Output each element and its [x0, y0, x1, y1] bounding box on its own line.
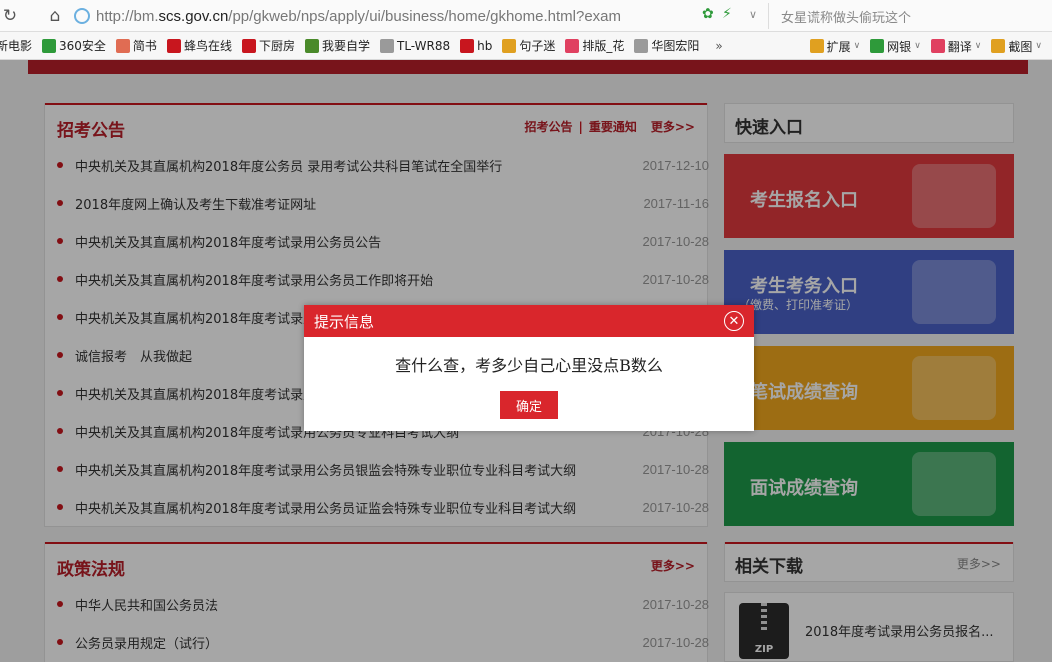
alert-dialog: 提示信息 ✕ 查什么查，考多少自己心里没点B数么 确定	[304, 305, 754, 431]
bookmark-item[interactable]: 下厨房	[241, 37, 295, 54]
home-icon[interactable]: ⌂	[40, 0, 70, 32]
bookmark-favicon-icon	[166, 38, 181, 53]
bookmark-item[interactable]: hb	[460, 38, 493, 53]
toolbar-tool[interactable]: 网银 ∨	[870, 38, 921, 55]
reload-icon[interactable]: ↻	[0, 0, 20, 32]
toolbar-tool[interactable]: 翻译 ∨	[930, 38, 982, 55]
url-path: /pp/gkweb/nps/apply/ui/business/home/gkh…	[228, 7, 621, 25]
bookmark-favicon-icon	[502, 38, 517, 53]
bookmarks-overflow[interactable]: »	[715, 39, 722, 53]
bookmark-item[interactable]: 华图宏阳	[634, 37, 699, 54]
bookmark-item[interactable]: 360安全	[42, 37, 106, 54]
tool-icon	[930, 39, 945, 53]
tool-label: 翻译	[947, 39, 972, 54]
bookmark-label: TL-WR88	[396, 38, 451, 53]
bookmark-favicon-icon	[241, 38, 256, 53]
bookmark-favicon-icon	[634, 38, 649, 53]
bookmark-label: 排版_花	[582, 39, 625, 53]
bookmark-label: 我要自学	[321, 39, 370, 53]
green-shield-icon[interactable]: ✿	[702, 6, 714, 22]
search-text: 女星谎称做头偷玩这个	[781, 10, 912, 26]
chevron-down-icon: ∨	[1035, 41, 1042, 51]
bookmark-label: 360安全	[59, 39, 106, 53]
chevron-down-icon: ∨	[974, 41, 982, 51]
bookmark-label: 华图宏阳	[651, 39, 700, 53]
lightning-icon[interactable]: ⚡	[722, 6, 732, 22]
bookmark-favicon-icon	[115, 38, 130, 53]
bookmark-label: hb	[477, 38, 493, 53]
bookmark-favicon-icon	[460, 38, 475, 53]
tool-label: 网银	[887, 39, 912, 54]
bookmark-label: 蜂鸟在线	[183, 39, 232, 53]
bookmark-item[interactable]: 新电影	[0, 37, 32, 54]
tool-icon	[809, 39, 824, 53]
chevron-down-icon[interactable]: ∨	[749, 8, 757, 21]
dialog-title: 提示信息	[314, 312, 375, 331]
bookmark-label: 句子迷	[519, 39, 556, 53]
tool-label: 截图	[1008, 39, 1033, 54]
toolbar-tool[interactable]: 截图 ∨	[991, 38, 1042, 55]
toolbar-tools: 扩展 ∨ 网银 ∨ 翻译 ∨ 截图 ∨	[809, 32, 1052, 59]
url-prefix: http://bm.	[96, 7, 159, 25]
bookmark-item[interactable]: 蜂鸟在线	[166, 37, 232, 54]
tool-icon	[991, 39, 1006, 53]
address-bar: ↻ ⌂ http://bm. scs.gov.cn/pp/gkweb/nps/ap…	[0, 0, 1052, 32]
chevron-down-icon: ∨	[914, 41, 921, 51]
bookmark-favicon-icon	[304, 38, 319, 53]
bookmark-label: 新电影	[0, 39, 33, 53]
bookmark-item[interactable]: 句子迷	[502, 37, 555, 54]
tool-label: 扩展	[826, 39, 851, 54]
tool-icon	[870, 39, 885, 53]
bookmark-favicon-icon	[42, 38, 57, 53]
bookmark-item[interactable]: 简书	[115, 37, 157, 54]
url-input[interactable]: http://bm. scs.gov.cn/pp/gkweb/nps/apply/…	[68, 3, 746, 29]
toolbar-tool[interactable]: 扩展 ∨	[809, 38, 861, 55]
bookmark-favicon-icon	[565, 38, 580, 53]
bookmark-item[interactable]: TL-WR88	[379, 38, 451, 53]
bookmarks-bar: 新电影 360安全 简书 蜂鸟在线 下厨房 我要自学 TL-WR88 hb 句子迷 排版_花 华图宏…	[0, 32, 1052, 60]
search-input[interactable]: ∨ 女星谎称做头偷玩这个	[749, 3, 1052, 29]
bookmark-item[interactable]: 排版_花	[565, 37, 624, 54]
bookmark-item[interactable]: 我要自学	[304, 37, 370, 54]
dialog-header: 提示信息	[304, 305, 754, 337]
bookmark-label: 下厨房	[258, 39, 295, 53]
dialog-message: 查什么查，考多少自己心里没点B数么	[395, 356, 663, 375]
chevron-down-icon: ∨	[853, 41, 861, 51]
bookmark-label: 简书	[132, 39, 157, 53]
url-host: scs.gov.cn	[158, 7, 229, 25]
secure-icon	[74, 8, 90, 24]
close-icon[interactable]: ✕	[724, 311, 744, 331]
bookmark-favicon-icon	[379, 38, 394, 53]
confirm-button[interactable]: 确定	[500, 391, 558, 419]
